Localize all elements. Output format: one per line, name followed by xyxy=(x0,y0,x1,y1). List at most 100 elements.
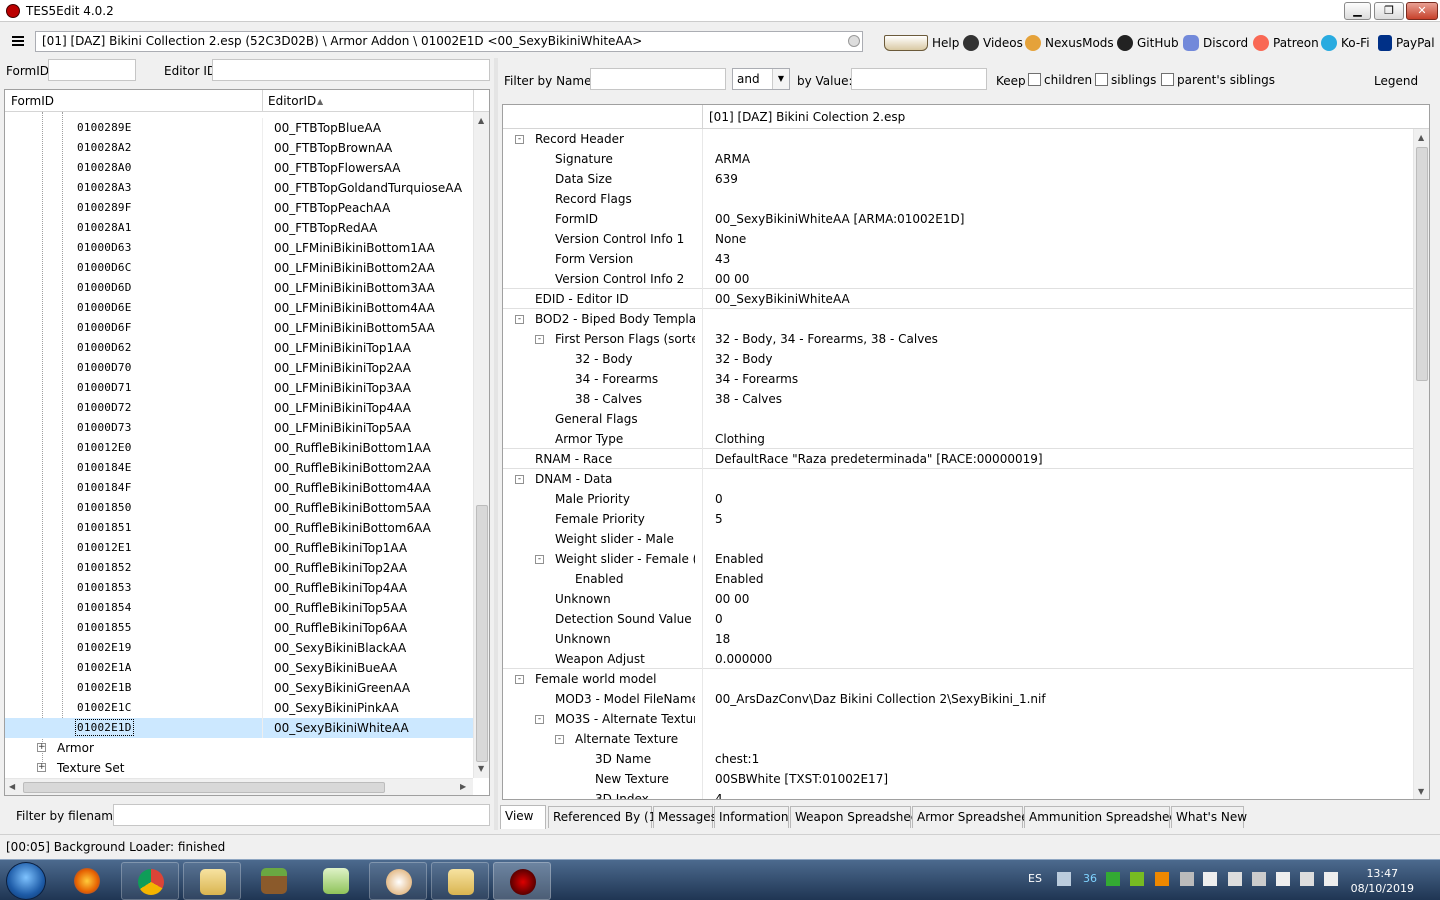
tray-device-icon[interactable] xyxy=(1228,872,1242,886)
record-view[interactable]: [01] [DAZ] Bikini Colection 2.esp - Recor… xyxy=(502,104,1430,800)
col-editorid[interactable]: EditorID xyxy=(268,94,316,108)
table-row[interactable]: 01001852 00_RuffleBikiniTop2AA xyxy=(5,558,473,578)
scroll-right-icon[interactable]: ▶ xyxy=(460,782,466,791)
record-field-row[interactable]: RNAM - Race DefaultRace "Raza predetermin… xyxy=(503,449,1415,469)
record-field-row[interactable]: 38 - Calves 38 - Calves xyxy=(503,389,1415,409)
legend-button[interactable]: Legend xyxy=(1374,74,1418,88)
table-row[interactable]: 01002E1C 00_SexyBikiniPinkAA xyxy=(5,698,473,718)
tray-flag-icon[interactable] xyxy=(1203,872,1217,886)
table-row[interactable]: 010028A2 00_FTBTopBrownAA xyxy=(5,138,473,158)
record-field-row[interactable]: - DNAM - Data xyxy=(503,469,1415,489)
record-field-row[interactable]: 32 - Body 32 - Body xyxy=(503,349,1415,369)
expand-armor-icon[interactable]: + xyxy=(37,743,46,752)
table-row[interactable]: 010012E0 00_RuffleBikiniBottom1AA xyxy=(5,438,473,458)
tray-counter[interactable]: 36 xyxy=(1083,872,1097,885)
record-field-row[interactable]: Weapon Adjust 0.000000 xyxy=(503,649,1415,669)
close-button[interactable]: ✕ xyxy=(1406,2,1438,20)
kofi-link[interactable]: Ko-Fi xyxy=(1321,34,1370,52)
tree-group-texture-set[interactable]: Texture Set xyxy=(57,761,124,775)
record-field-row[interactable]: Weight slider - Male xyxy=(503,529,1415,549)
table-row[interactable]: 010012E1 00_RuffleBikiniTop1AA xyxy=(5,538,473,558)
scroll-left-icon[interactable]: ◀ xyxy=(9,782,15,791)
collapse-icon[interactable]: - xyxy=(515,475,524,484)
record-field-row[interactable]: Form Version 43 xyxy=(503,249,1415,269)
tab-ammunition-spreadsheet[interactable]: Ammunition Spreadsheet xyxy=(1024,806,1182,828)
filter-name-input[interactable] xyxy=(590,68,726,90)
record-field-row[interactable]: Female Priority 5 xyxy=(503,509,1415,529)
paypal-link[interactable]: PayPal xyxy=(1378,34,1435,52)
table-row[interactable]: 0100184F 00_RuffleBikiniBottom4AA xyxy=(5,478,473,498)
table-row[interactable]: 010028A1 00_FTBTopRedAA xyxy=(5,218,473,238)
table-row[interactable]: 01001854 00_RuffleBikiniTop5AA xyxy=(5,598,473,618)
taskbar-firefox[interactable] xyxy=(58,862,116,900)
table-row[interactable]: 01002E1A 00_SexyBikiniBueAA xyxy=(5,658,473,678)
tab-whats-new[interactable]: What's New xyxy=(1171,806,1247,828)
navigation-tree[interactable]: FormID EditorID ▲ 0100289E 00_FTBTopBlueA… xyxy=(4,89,490,796)
minimize-button[interactable]: ▁ xyxy=(1344,2,1371,20)
tree-group-armor[interactable]: Armor xyxy=(57,741,94,755)
videos-link[interactable]: Videos xyxy=(963,34,1023,52)
table-row[interactable]: 01001853 00_RuffleBikiniTop4AA xyxy=(5,578,473,598)
filter-value-input[interactable] xyxy=(851,68,987,90)
record-field-row[interactable]: 3D Index 4 xyxy=(503,789,1415,799)
record-path-field[interactable]: [01] [DAZ] Bikini Collection 2.esp (52C3… xyxy=(35,31,863,52)
table-row[interactable]: 01000D72 00_LFMiniBikiniTop4AA xyxy=(5,398,473,418)
table-row[interactable]: 0100184E 00_RuffleBikiniBottom2AA xyxy=(5,458,473,478)
tab-referenced-by[interactable]: Referenced By (1) xyxy=(548,806,661,828)
tray-volume-icon[interactable] xyxy=(1276,872,1290,886)
record-field-row[interactable]: 3D Name chest:1 xyxy=(503,749,1415,769)
record-field-row[interactable]: Detection Sound Value 0 xyxy=(503,609,1415,629)
hamburger-menu-icon[interactable] xyxy=(12,36,24,46)
table-row[interactable]: 010028A3 00_FTBTopGoldandTurquioseAA xyxy=(5,178,473,198)
table-row[interactable]: 01002E1B 00_SexyBikiniGreenAA xyxy=(5,678,473,698)
record-field-row[interactable]: Data Size 639 xyxy=(503,169,1415,189)
tray-nvidia-icon[interactable] xyxy=(1106,872,1120,886)
record-field-row[interactable]: - MO3S - Alternate Texture... xyxy=(503,709,1415,729)
collapse-icon[interactable]: - xyxy=(535,555,544,564)
table-row[interactable]: 01000D63 00_LFMiniBikiniBottom1AA xyxy=(5,238,473,258)
table-row[interactable]: 01000D73 00_LFMiniBikiniTop5AA xyxy=(5,418,473,438)
table-row[interactable]: 01001851 00_RuffleBikiniBottom6AA xyxy=(5,518,473,538)
discord-link[interactable]: Discord xyxy=(1183,34,1248,52)
keep-parents-siblings-checkbox[interactable] xyxy=(1161,73,1174,86)
start-button[interactable] xyxy=(6,862,46,900)
table-row[interactable]: 01002E19 00_SexyBikiniBlackAA xyxy=(5,638,473,658)
table-row[interactable]: 0100289F 00_FTBTopPeachAA xyxy=(5,198,473,218)
tree-vertical-scrollbar[interactable]: ▲ ▼ xyxy=(473,112,489,778)
view-vertical-scrollbar[interactable]: ▲ ▼ xyxy=(1413,129,1429,799)
table-row[interactable]: 01000D70 00_LFMiniBikiniTop2AA xyxy=(5,358,473,378)
tree-hscroll-thumb[interactable] xyxy=(23,782,385,793)
table-row[interactable]: 01000D6D 00_LFMiniBikiniBottom3AA xyxy=(5,278,473,298)
taskbar-app[interactable] xyxy=(369,862,427,900)
tab-messages[interactable]: Messages xyxy=(653,806,717,828)
table-row[interactable]: 0100289E 00_FTBTopBlueAA xyxy=(5,118,473,138)
record-field-row[interactable]: - First Person Flags (sorted) 32 - Body, 3… xyxy=(503,329,1415,349)
system-clock[interactable]: 13:47 08/10/2019 xyxy=(1351,866,1414,896)
formid-filter-input[interactable] xyxy=(48,59,136,81)
tray-cursor-icon[interactable] xyxy=(1057,872,1071,886)
taskbar-tes5edit[interactable] xyxy=(493,862,551,900)
language-indicator[interactable]: ES xyxy=(1028,872,1042,885)
record-field-row[interactable]: General Flags xyxy=(503,409,1415,429)
taskbar-minecraft[interactable] xyxy=(245,862,303,900)
taskbar-notepad[interactable] xyxy=(307,862,365,900)
taskbar-explorer[interactable] xyxy=(183,862,241,900)
record-field-row[interactable]: Armor Type Clothing xyxy=(503,429,1415,449)
nexusmods-link[interactable]: NexusMods xyxy=(1025,34,1114,52)
collapse-icon[interactable]: - xyxy=(515,135,524,144)
collapse-icon[interactable]: - xyxy=(535,335,544,344)
record-field-row[interactable]: Signature ARMA xyxy=(503,149,1415,169)
table-row[interactable]: 01001850 00_RuffleBikiniBottom5AA xyxy=(5,498,473,518)
record-field-row[interactable]: Version Control Info 2 00 00 xyxy=(503,269,1415,289)
tab-information[interactable]: Information xyxy=(714,806,789,828)
filename-filter-input[interactable] xyxy=(113,804,490,826)
expand-texture-set-icon[interactable]: + xyxy=(37,763,46,772)
table-row[interactable]: 01000D6F 00_LFMiniBikiniBottom5AA xyxy=(5,318,473,338)
record-field-row[interactable]: Unknown 00 00 xyxy=(503,589,1415,609)
tray-avast-icon[interactable] xyxy=(1155,872,1169,886)
taskbar-chrome[interactable] xyxy=(121,862,179,900)
help-link[interactable]: Help xyxy=(884,34,959,52)
tray-shield-icon[interactable] xyxy=(1130,872,1144,886)
col-formid[interactable]: FormID xyxy=(11,94,54,108)
and-or-select[interactable]: and ▼ xyxy=(732,68,790,90)
